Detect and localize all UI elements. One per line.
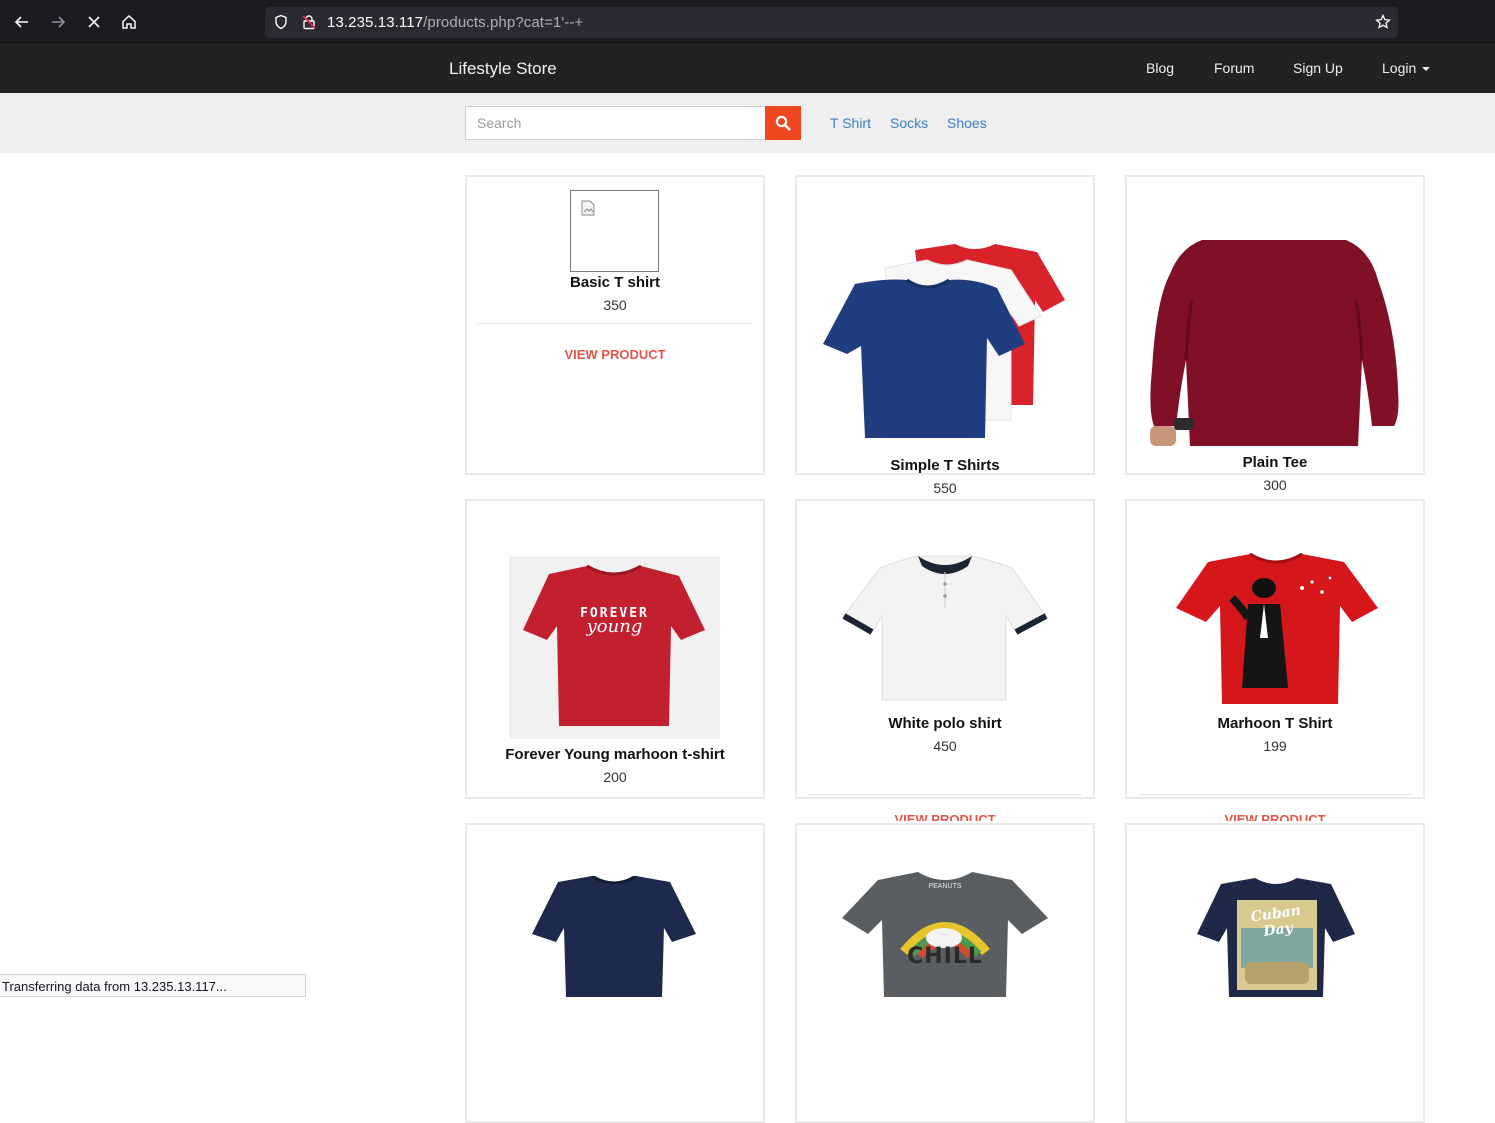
arrow-right-icon (52, 16, 66, 28)
category-socks[interactable]: Socks (890, 115, 928, 131)
back-button[interactable] (7, 7, 37, 37)
bookmark-star-icon[interactable] (1375, 14, 1391, 30)
view-product-clip: VIEW PRODUCT (795, 812, 1095, 821)
product-name[interactable]: Forever Young marhoon t-shirt (505, 746, 724, 763)
product-price: 450 (933, 738, 957, 754)
grey-chill-tshirt-image[interactable]: PEANUTS CHILL (840, 872, 1050, 997)
product-name[interactable]: Plain Tee (1243, 454, 1308, 471)
browser-toolbar: 13.235.13.117/products.php?cat=1'--+ (0, 0, 1495, 43)
product-price: 550 (933, 480, 957, 496)
divider (808, 794, 1082, 795)
divider (1138, 794, 1412, 795)
product-price: 199 (1263, 738, 1287, 754)
brand-logo[interactable]: Lifestyle Store (449, 59, 557, 79)
category-tshirt[interactable]: T Shirt (830, 115, 871, 131)
forever-young-tshirt-image[interactable]: FOREVER young (509, 556, 720, 739)
url-path: /products.php?cat=1'--+ (423, 14, 584, 31)
image-placeholder-icon (581, 200, 595, 216)
tshirt-print-young: young (586, 616, 643, 637)
product-name[interactable]: Simple T Shirts (890, 457, 999, 474)
marhoon-tshirt-image[interactable] (1172, 548, 1382, 708)
white-polo-image[interactable] (840, 552, 1050, 704)
home-button[interactable] (114, 7, 144, 37)
divider (478, 323, 752, 324)
nav-sign-up[interactable]: Sign Up (1293, 60, 1343, 76)
nav-login-label: Login (1382, 60, 1417, 76)
search-input[interactable] (465, 106, 766, 140)
red-tshirt-graphic (523, 564, 705, 726)
view-product-link[interactable]: VIEW PRODUCT (564, 347, 665, 362)
product-name[interactable]: White polo shirt (888, 715, 1001, 732)
navy-cuban-tshirt-image[interactable]: Cuban Day (1195, 878, 1357, 997)
navy-tshirt-image[interactable] (530, 876, 698, 997)
search-button[interactable] (765, 106, 801, 140)
url-host: 13.235.13.117 (327, 14, 424, 31)
view-product-link[interactable]: VIEW PRODUCT (894, 812, 995, 821)
caret-down-icon (1422, 67, 1431, 72)
forward-button[interactable] (43, 7, 73, 37)
product-price: 300 (1263, 477, 1287, 493)
search-icon (775, 115, 791, 131)
nav-blog[interactable]: Blog (1146, 60, 1174, 76)
insecure-lock-icon[interactable] (301, 14, 317, 30)
home-icon (122, 14, 136, 29)
stop-button[interactable] (79, 7, 109, 37)
address-bar[interactable]: 13.235.13.117/products.php?cat=1'--+ (265, 7, 1398, 38)
product-price: 200 (603, 769, 627, 785)
stacked-tshirts-image[interactable] (815, 240, 1075, 445)
arrow-left-icon (14, 16, 28, 28)
view-product-clip: VIEW PRODUCT (1125, 812, 1425, 821)
url-text[interactable]: 13.235.13.117/products.php?cat=1'--+ (327, 14, 583, 31)
tshirt-print-peanuts: PEANUTS (928, 883, 962, 890)
site-navbar: Lifestyle Store Blog Forum Sign Up Login (0, 43, 1495, 93)
product-name[interactable]: Marhoon T Shirt (1218, 715, 1333, 732)
tshirt-print-chill: CHILL (907, 944, 983, 969)
category-shoes[interactable]: Shoes (947, 115, 987, 131)
grey-tshirt-graphic (842, 872, 1048, 997)
close-icon (88, 16, 100, 28)
product-name[interactable]: Basic T shirt (570, 274, 660, 291)
nav-login-dropdown[interactable]: Login (1382, 60, 1431, 76)
maroon-long-sleeve-image[interactable] (1140, 240, 1408, 448)
nav-forum[interactable]: Forum (1214, 60, 1254, 76)
search-bar-section: T Shirt Socks Shoes (0, 93, 1495, 153)
shield-icon[interactable] (273, 14, 289, 30)
product-price: 350 (603, 297, 627, 313)
browser-status-bar: Transferring data from 13.235.13.117... (0, 974, 306, 997)
broken-image-icon[interactable] (570, 190, 659, 272)
view-product-link[interactable]: VIEW PRODUCT (1224, 812, 1325, 821)
